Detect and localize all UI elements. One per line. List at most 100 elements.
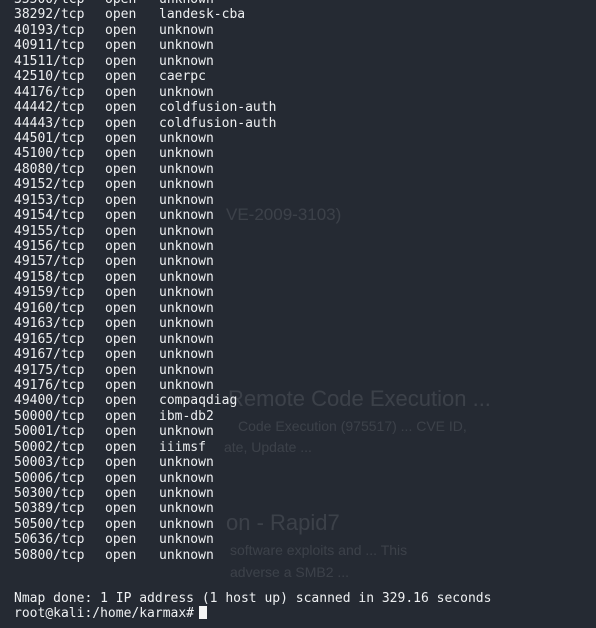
port-number: 44176/tcp — [14, 84, 85, 100]
port-number: 49158/tcp — [14, 269, 85, 285]
port-service: unknown — [159, 177, 214, 193]
port-service: unknown — [159, 130, 214, 146]
port-number: 50001/tcp — [14, 424, 85, 440]
port-row: 38292/tcp open landesk-cba — [14, 7, 276, 22]
port-row: 50500/tcp open unknown — [14, 517, 276, 532]
terminal-window[interactable]: VE-2009-3103) Remote Code Execution ... … — [0, 0, 596, 628]
port-row: 50006/tcp open unknown — [14, 471, 276, 486]
port-state: open — [105, 439, 137, 455]
port-number: 49154/tcp — [14, 208, 85, 224]
port-row: 50636/tcp open unknown — [14, 532, 276, 547]
port-row: 44442/tcp open coldfusion-auth — [14, 100, 276, 115]
port-number: 50002/tcp — [14, 439, 85, 455]
port-row: 42510/tcp open caerpc — [14, 69, 276, 84]
ghost-smb2-text: adverse a SMB2 ... — [230, 564, 350, 580]
port-row: 50001/tcp open unknown — [14, 424, 276, 439]
port-state: open — [105, 424, 137, 440]
port-state: open — [105, 38, 137, 54]
port-service: unknown — [159, 377, 214, 393]
port-row: 40193/tcp open unknown — [14, 23, 276, 38]
port-row: 49159/tcp open unknown — [14, 285, 276, 300]
port-row: 50003/tcp open unknown — [14, 455, 276, 470]
port-row: 49175/tcp open unknown — [14, 363, 276, 378]
port-row: 49153/tcp open unknown — [14, 193, 276, 208]
port-number: 49165/tcp — [14, 331, 85, 347]
port-number: 49400/tcp — [14, 393, 85, 409]
port-number: 49159/tcp — [14, 285, 85, 301]
port-row: 50000/tcp open ibm-db2 — [14, 409, 276, 424]
port-number: 40911/tcp — [14, 38, 85, 54]
port-number: 35500/tcp — [14, 0, 105, 7]
port-service: unknown — [159, 316, 214, 332]
port-number: 50006/tcp — [14, 470, 85, 486]
port-service: unknown — [159, 424, 214, 440]
port-state: open — [105, 408, 137, 424]
port-state: open — [105, 501, 137, 517]
port-service: ibm-db2 — [159, 408, 214, 424]
port-row: 41511/tcp open unknown — [14, 54, 276, 69]
prompt-line[interactable]: root@kali:/home/karmax# — [14, 606, 491, 621]
port-service: coldfusion-auth — [159, 100, 277, 116]
port-state: open — [105, 69, 137, 85]
port-state: open — [105, 362, 137, 378]
port-service: unknown — [159, 470, 214, 486]
port-service: unknown — [159, 547, 214, 563]
port-service: unknown — [159, 208, 214, 224]
port-number: 50500/tcp — [14, 516, 85, 532]
nmap-summary-line: Nmap done: 1 IP address (1 host up) scan… — [14, 591, 492, 606]
port-service: unknown — [159, 269, 214, 285]
port-state: open — [105, 269, 137, 285]
port-number: 44443/tcp — [14, 115, 85, 131]
nmap-port-list[interactable]: 35500/tcpopenunknown38292/tcpopenlandesk… — [14, 0, 276, 563]
port-number: 41511/tcp — [14, 53, 85, 69]
port-state: open — [105, 347, 137, 363]
port-row: 49160/tcp open unknown — [14, 301, 276, 316]
port-number: 50000/tcp — [14, 408, 85, 424]
port-service: unknown — [159, 22, 214, 38]
port-state: open — [105, 22, 137, 38]
port-row: 49167/tcp open unknown — [14, 347, 276, 362]
port-state: open — [105, 239, 137, 254]
port-row: 49176/tcp open unknown — [14, 378, 276, 393]
port-row: 49157/tcp open unknown — [14, 254, 276, 269]
port-number: 49160/tcp — [14, 300, 85, 316]
port-row: 49155/tcp open unknown — [14, 224, 276, 239]
port-state: open — [105, 53, 137, 69]
port-number: 49155/tcp — [14, 223, 85, 239]
port-state: open — [105, 455, 137, 471]
port-state: open — [105, 377, 137, 393]
port-state: open — [105, 177, 137, 193]
port-service: unknown — [159, 192, 214, 208]
port-state: open — [105, 100, 137, 116]
port-row: 49158/tcp open unknown — [14, 270, 276, 285]
port-row: 44176/tcp open unknown — [14, 85, 276, 100]
port-number: 49176/tcp — [14, 377, 85, 393]
port-service: unknown — [159, 0, 214, 7]
port-number: 48080/tcp — [14, 161, 85, 177]
shell-prompt: root@kali:/home/karmax# — [14, 606, 195, 622]
port-service: unknown — [159, 300, 214, 316]
port-number: 49156/tcp — [14, 239, 85, 254]
port-service: unknown — [159, 455, 214, 471]
port-state: open — [105, 130, 137, 146]
port-row: 49152/tcp open unknown — [14, 177, 276, 192]
port-state: open — [105, 0, 159, 7]
port-number: 49152/tcp — [14, 177, 85, 193]
port-number: 49175/tcp — [14, 362, 85, 378]
port-row: 44501/tcp open unknown — [14, 131, 276, 146]
port-service: unknown — [159, 38, 214, 54]
port-state: open — [105, 316, 137, 332]
port-service: unknown — [159, 84, 214, 100]
port-number: 45100/tcp — [14, 146, 85, 162]
port-service: iiimsf — [159, 439, 206, 455]
port-service: unknown — [159, 146, 214, 162]
port-row: 49400/tcp open compaqdiag — [14, 393, 276, 408]
port-service: caerpc — [159, 69, 206, 85]
port-service: unknown — [159, 161, 214, 177]
port-number: 42510/tcp — [14, 69, 85, 85]
port-state: open — [105, 84, 137, 100]
port-service: landesk-cba — [159, 7, 246, 23]
port-row: 49165/tcp open unknown — [14, 332, 276, 347]
port-service: unknown — [159, 223, 214, 239]
port-row: 50800/tcp open unknown — [14, 548, 276, 563]
